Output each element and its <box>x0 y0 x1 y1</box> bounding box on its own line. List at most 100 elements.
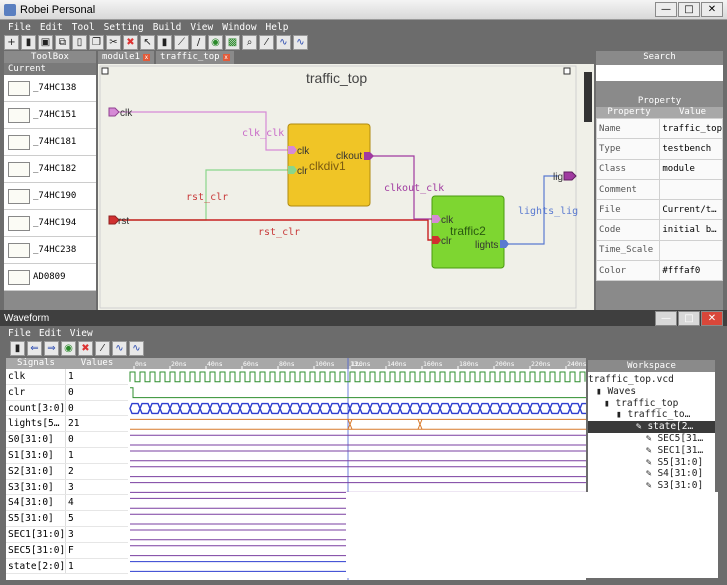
property-value[interactable]: Current/t… <box>659 199 723 221</box>
property-row[interactable]: Code initial b… <box>595 219 723 241</box>
delete-icon[interactable]: ✖ <box>123 35 138 50</box>
tab-close-icon[interactable]: x <box>142 54 150 61</box>
signal-row[interactable]: S0[31:0] 0 <box>6 432 128 448</box>
workspace-tree-item[interactable]: ✎ S3[31:0] <box>588 480 715 492</box>
toolbox-item[interactable]: AD0809 <box>4 264 96 291</box>
toolbox-item[interactable]: _74HC151 <box>4 102 96 129</box>
workspace-tree-item[interactable]: ✎ SEC5[31… <box>588 433 715 445</box>
signal-row[interactable]: state[2:0] 1 <box>6 558 128 575</box>
wave-alt-icon[interactable]: ∿ <box>293 35 308 50</box>
waveform-maximize-button[interactable]: □ <box>678 311 700 326</box>
signal-row[interactable]: SEC5[31:0] F <box>6 542 128 559</box>
wire-icon[interactable]: / <box>191 35 206 50</box>
forward-icon[interactable]: ⇒ <box>44 341 59 356</box>
workspace-tree-item[interactable]: ▮ traffic_top <box>588 398 715 410</box>
toolbox-item[interactable]: _74HC194 <box>4 210 96 237</box>
signal-row[interactable]: S2[31:0] 2 <box>6 463 128 480</box>
close-icon[interactable]: ✖ <box>78 341 93 356</box>
output-pin-lig[interactable] <box>563 171 577 181</box>
canvas-corner-handle[interactable] <box>563 67 571 75</box>
toolbox-item[interactable]: _74HC181 <box>4 129 96 156</box>
copy-icon[interactable]: ❐ <box>89 35 104 50</box>
image-icon[interactable]: ▩ <box>225 35 240 50</box>
refresh-icon[interactable]: ◉ <box>61 341 76 356</box>
waveform-minimize-button[interactable]: — <box>655 311 677 326</box>
menu-edit[interactable]: Edit <box>40 21 63 34</box>
workspace-tree-item[interactable]: ✎ S4[31:0] <box>588 468 715 480</box>
tab-module1[interactable]: module1 x <box>98 51 154 64</box>
property-value[interactable]: module <box>659 158 723 180</box>
probe-icon[interactable]: ⁄ <box>259 35 274 50</box>
zoom-icon[interactable]: ⌕ <box>242 35 257 50</box>
property-value[interactable]: testbench <box>659 138 723 160</box>
canvas-scrollbar[interactable] <box>584 72 592 122</box>
workspace-tree-item[interactable]: ✎ SEC1[31… <box>588 445 715 457</box>
workspace-tree-item[interactable]: ▮ Waves <box>588 386 715 398</box>
port-traffic2-lights[interactable] <box>500 240 509 248</box>
save-all-icon[interactable]: ⧉ <box>55 35 70 50</box>
signal-row[interactable]: SEC1[31:0] 3 <box>6 526 128 543</box>
tab-traffic-top[interactable]: traffic_top x <box>155 51 234 64</box>
property-row[interactable]: Name traffic_top <box>595 117 723 140</box>
property-row[interactable]: Color #fffaf0 <box>595 260 723 282</box>
menu-view[interactable]: View <box>190 21 213 34</box>
cursor-icon[interactable]: ▮ <box>10 341 25 356</box>
property-value[interactable]: traffic_top <box>659 117 723 140</box>
waveform-menu-edit[interactable]: Edit <box>39 327 62 340</box>
port-clkdiv1-clkout[interactable] <box>364 152 374 160</box>
property-value[interactable] <box>659 178 723 201</box>
property-row[interactable]: Comment <box>595 178 723 201</box>
signal-row[interactable]: count[3:0] 0 <box>6 400 128 417</box>
minimize-button[interactable]: — <box>655 2 677 17</box>
pointer-icon[interactable]: ↖ <box>140 35 155 50</box>
toolbox-item[interactable]: _74HC238 <box>4 237 96 264</box>
toolbox-item[interactable]: _74HC138 <box>4 75 96 102</box>
probe-icon[interactable]: ⁄ <box>95 341 110 356</box>
schematic-canvas[interactable]: traffic_top clk_clk rst_clr rst_clr clko… <box>98 64 594 310</box>
property-row[interactable]: Class module <box>595 158 723 180</box>
wave-alt-icon[interactable]: ∿ <box>129 341 144 356</box>
search-input[interactable] <box>596 65 723 81</box>
workspace-tree-item[interactable]: ▮ traffic_to… <box>588 409 715 421</box>
workspace-tree-item[interactable]: ✎ state[2… <box>588 421 715 433</box>
waveform-menu-view[interactable]: View <box>70 327 93 340</box>
workspace-tree-item[interactable]: traffic_top.vcd <box>588 374 715 386</box>
property-row[interactable]: Type testbench <box>595 138 723 160</box>
signal-row[interactable]: lights[5… 21 <box>6 416 128 433</box>
canvas-corner-handle[interactable] <box>101 67 109 75</box>
property-row[interactable]: Time_Scale <box>595 239 723 262</box>
waveform-menu-file[interactable]: File <box>8 327 31 340</box>
open-icon[interactable]: ▮ <box>21 35 36 50</box>
input-pin-clk[interactable] <box>108 107 120 117</box>
new-file-icon[interactable]: ▯ <box>72 35 87 50</box>
wave-icon[interactable]: ∿ <box>276 35 291 50</box>
toolbox-item[interactable]: _74HC182 <box>4 156 96 183</box>
run-icon[interactable]: ◉ <box>208 35 223 50</box>
pin-icon[interactable]: ▮ <box>157 35 172 50</box>
menu-tool[interactable]: Tool <box>72 21 95 34</box>
menu-file[interactable]: File <box>8 21 31 34</box>
property-value[interactable]: #fffaf0 <box>659 260 723 282</box>
waveform-close-button[interactable]: ✕ <box>701 311 723 326</box>
menu-setting[interactable]: Setting <box>104 21 144 34</box>
workspace-tree-item[interactable]: ✎ S5[31:0] <box>588 457 715 469</box>
add-icon[interactable]: + <box>4 35 19 50</box>
signal-row[interactable]: clk 1 <box>6 369 128 385</box>
menu-build[interactable]: Build <box>153 21 182 34</box>
property-value[interactable] <box>659 239 723 262</box>
signal-row[interactable]: S4[31:0] 4 <box>6 495 128 512</box>
menu-help[interactable]: Help <box>266 21 289 34</box>
signal-row[interactable]: S5[31:0] 5 <box>6 511 128 527</box>
signal-row[interactable]: clr 0 <box>6 384 128 401</box>
menu-window[interactable]: Window <box>222 21 256 34</box>
close-button[interactable]: ✕ <box>701 2 723 17</box>
signal-row[interactable]: S3[31:0] 3 <box>6 479 128 496</box>
signal-row[interactable]: S1[31:0] 1 <box>6 447 128 464</box>
property-row[interactable]: File Current/t… <box>595 199 723 221</box>
back-icon[interactable]: ⇐ <box>27 341 42 356</box>
property-value[interactable]: initial b… <box>659 219 723 241</box>
wave-icon[interactable]: ∿ <box>112 341 127 356</box>
connect-icon[interactable]: ⟋ <box>174 35 189 50</box>
cut-icon[interactable]: ✂ <box>106 35 121 50</box>
save-icon[interactable]: ▣ <box>38 35 53 50</box>
